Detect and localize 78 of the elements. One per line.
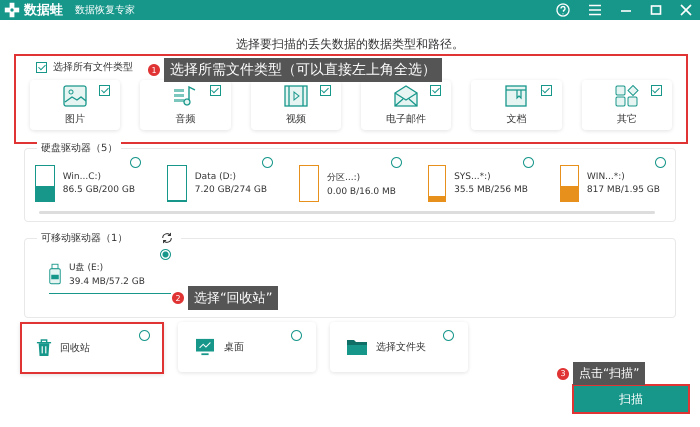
file-type-checkbox[interactable] — [430, 85, 442, 96]
film-icon — [284, 84, 308, 106]
drive-name: 分区...:) — [327, 172, 362, 184]
drive-radio[interactable] — [130, 157, 141, 168]
location-label: 回收站 — [60, 342, 90, 355]
location-card[interactable]: 桌面 — [178, 322, 316, 372]
drive-name: WIN...*:) — [586, 172, 626, 182]
drive-item[interactable]: SYS...*:) 35.5 MB/256 MB — [428, 157, 534, 202]
music-icon — [173, 84, 198, 106]
drive-usage: 86.5 GB/200 GB — [62, 185, 135, 195]
file-type-checkbox[interactable] — [650, 85, 662, 96]
document-icon — [504, 84, 528, 106]
callout-tooltip: 选择所需文件类型（可以直接左上角全选） — [164, 58, 442, 82]
drive-radio[interactable] — [654, 157, 666, 168]
location-radio[interactable] — [443, 330, 454, 341]
trash-icon — [36, 339, 52, 357]
usb-drive-item[interactable]: U盘 (E:) 39.4 MB/57.2 GB — [49, 249, 171, 294]
drive-name: Data (D:) — [194, 172, 238, 182]
drive-name: SYS...*:) — [454, 172, 492, 182]
location-card[interactable]: 回收站 — [20, 322, 164, 374]
usb-drive-icon — [49, 262, 61, 286]
drive-name: Win...C:) — [62, 172, 102, 182]
step-badge: 3 — [557, 368, 569, 380]
help-icon[interactable] — [556, 3, 570, 17]
close-icon[interactable] — [680, 4, 692, 16]
drive-radio[interactable] — [262, 157, 273, 168]
file-type-card[interactable]: 文档 — [471, 80, 562, 130]
callout-tooltip: 选择“回收站” — [188, 286, 278, 310]
drive-usage: 817 MB/1.95 GB — [586, 185, 660, 195]
section-label: 硬盘驱动器（5） — [37, 141, 122, 155]
page-heading: 选择要扫描的丢失数据的数据类型和路径。 — [235, 36, 465, 53]
scan-button[interactable]: 扫描 — [572, 384, 690, 414]
folder-icon — [346, 338, 368, 356]
location-radio[interactable] — [291, 330, 302, 341]
drive-usage: 7.20 GB/274 GB — [194, 185, 267, 195]
file-type-checkbox[interactable] — [320, 85, 331, 96]
refresh-icon[interactable] — [161, 232, 174, 244]
drive-radio[interactable] — [390, 157, 402, 168]
location-label: 选择文件夹 — [376, 340, 426, 354]
drive-item[interactable]: Data (D:) 7.20 GB/274 GB — [167, 157, 273, 202]
location-label: 桌面 — [224, 340, 244, 354]
callout-tooltip: 点击“扫描” — [573, 362, 646, 385]
drive-item[interactable]: Win...C:) 86.5 GB/200 GB — [35, 157, 141, 202]
drive-name: U盘 (E:) — [69, 262, 104, 274]
file-type-checkbox[interactable] — [210, 85, 221, 96]
file-type-label: 音频 — [175, 112, 196, 126]
file-type-card[interactable]: 音频 — [140, 80, 231, 130]
file-type-label: 电子邮件 — [386, 112, 426, 126]
envelope-icon — [394, 84, 418, 106]
location-radio[interactable] — [139, 330, 150, 341]
file-type-checkbox[interactable] — [540, 85, 552, 96]
drive-radio[interactable] — [522, 157, 534, 168]
step-badge: 2 — [172, 292, 184, 304]
file-type-label: 视频 — [286, 112, 306, 126]
step-badge: 1 — [148, 64, 160, 76]
select-all-checkbox[interactable] — [36, 62, 47, 72]
select-all-label: 选择所有文件类型 — [53, 60, 133, 74]
drive-item[interactable]: 分区...:) 0.00 B/16.0 MB — [299, 157, 402, 202]
monitor-icon — [194, 338, 216, 356]
app-name: 数据蛙 — [24, 2, 63, 19]
drive-item[interactable]: WIN...*:) 817 MB/1.95 GB — [560, 157, 666, 202]
file-type-card[interactable]: 图片 — [30, 80, 120, 130]
app-subtitle: 数据恢复专家 — [75, 4, 135, 17]
file-type-checkbox[interactable] — [99, 85, 110, 96]
drive-radio[interactable] — [160, 249, 171, 260]
file-type-card[interactable]: 其它 — [582, 80, 672, 130]
grid-icon — [614, 84, 639, 106]
location-card[interactable]: 选择文件夹 — [330, 322, 468, 372]
file-type-label: 其它 — [616, 112, 637, 126]
maximize-icon[interactable] — [650, 4, 662, 16]
image-icon — [63, 84, 88, 106]
file-type-label: 图片 — [65, 112, 86, 126]
drive-usage: 0.00 B/16.0 MB — [327, 186, 396, 196]
drive-usage: 35.5 MB/256 MB — [454, 185, 528, 195]
menu-icon[interactable] — [588, 4, 602, 16]
scrollbar[interactable] — [39, 211, 655, 214]
drive-usage: 39.4 MB/57.2 GB — [69, 277, 145, 287]
file-type-label: 文档 — [506, 112, 526, 126]
